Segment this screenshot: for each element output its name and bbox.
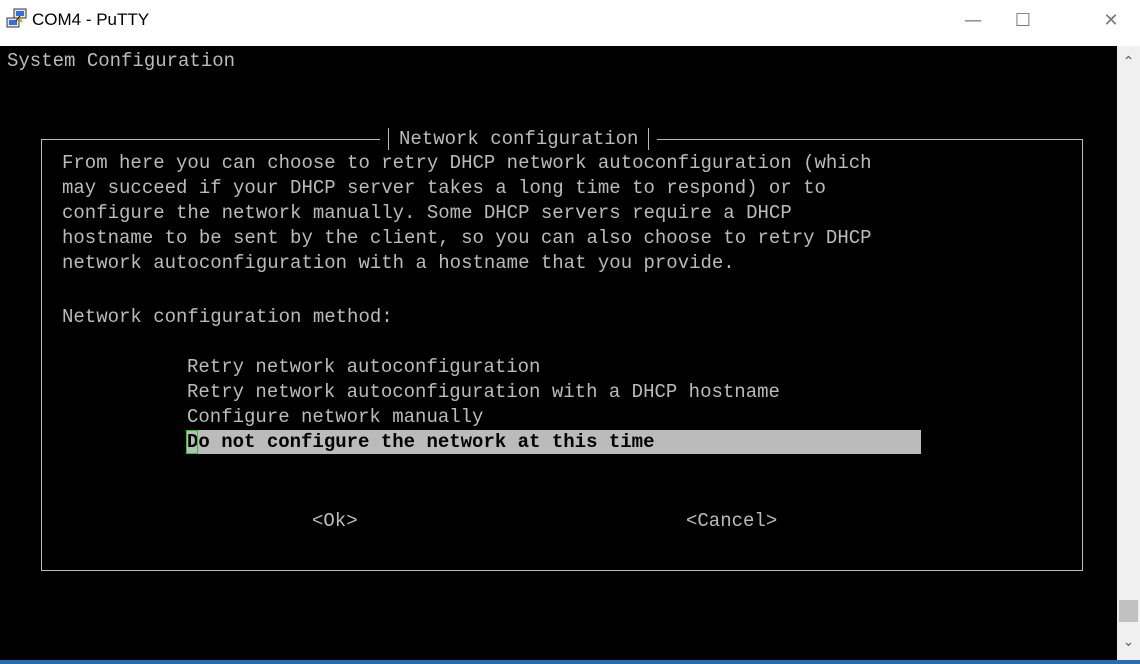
dialog-title-bar: Network configuration (380, 126, 658, 152)
terminal-screen[interactable]: System Configuration Network configurati… (0, 46, 1117, 660)
screen-header: System Configuration (7, 50, 236, 72)
text-cursor (186, 430, 198, 454)
close-icon: ✕ (1103, 9, 1119, 31)
option-retry-autoconfig[interactable]: Retry network autoconfiguration (187, 355, 540, 380)
minimize-button[interactable]: — (950, 0, 996, 40)
option-do-not-configure[interactable]: Do not configure the network at this tim… (187, 430, 921, 454)
cancel-button[interactable]: <Cancel> (686, 509, 777, 534)
minimize-icon: — (964, 9, 982, 31)
title-right-tick (648, 128, 650, 150)
ok-button[interactable]: <Ok> (312, 509, 358, 534)
putty-computer-icon (6, 8, 27, 28)
title-bar[interactable]: COM4 - PuTTY — ☐ ✕ (0, 0, 1140, 46)
vertical-scrollbar[interactable]: ⌃ ⌄ (1117, 46, 1140, 660)
option-configure-manually[interactable]: Configure network manually (187, 405, 483, 430)
close-button[interactable]: ✕ (1088, 0, 1134, 40)
method-prompt: Network configuration method: (62, 306, 393, 328)
description-line: network autoconfiguration with a hostnam… (62, 252, 735, 274)
scroll-up-icon[interactable]: ⌃ (1117, 52, 1140, 72)
description-line: configure the network manually. Some DHC… (62, 202, 792, 224)
window-title: COM4 - PuTTY (32, 10, 150, 29)
scroll-thumb[interactable] (1119, 600, 1138, 622)
maximize-button[interactable]: ☐ (1000, 0, 1046, 40)
description-line: From here you can choose to retry DHCP n… (62, 152, 872, 174)
description-line: hostname to be sent by the client, so yo… (62, 227, 872, 249)
dialog-title: Network configuration (399, 127, 639, 150)
maximize-icon: ☐ (1014, 9, 1032, 31)
description-line: may succeed if your DHCP server takes a … (62, 177, 826, 199)
window-bottom-edge (0, 660, 1140, 664)
option-retry-with-hostname[interactable]: Retry network autoconfiguration with a D… (187, 380, 780, 405)
scroll-down-icon[interactable]: ⌄ (1117, 632, 1140, 652)
